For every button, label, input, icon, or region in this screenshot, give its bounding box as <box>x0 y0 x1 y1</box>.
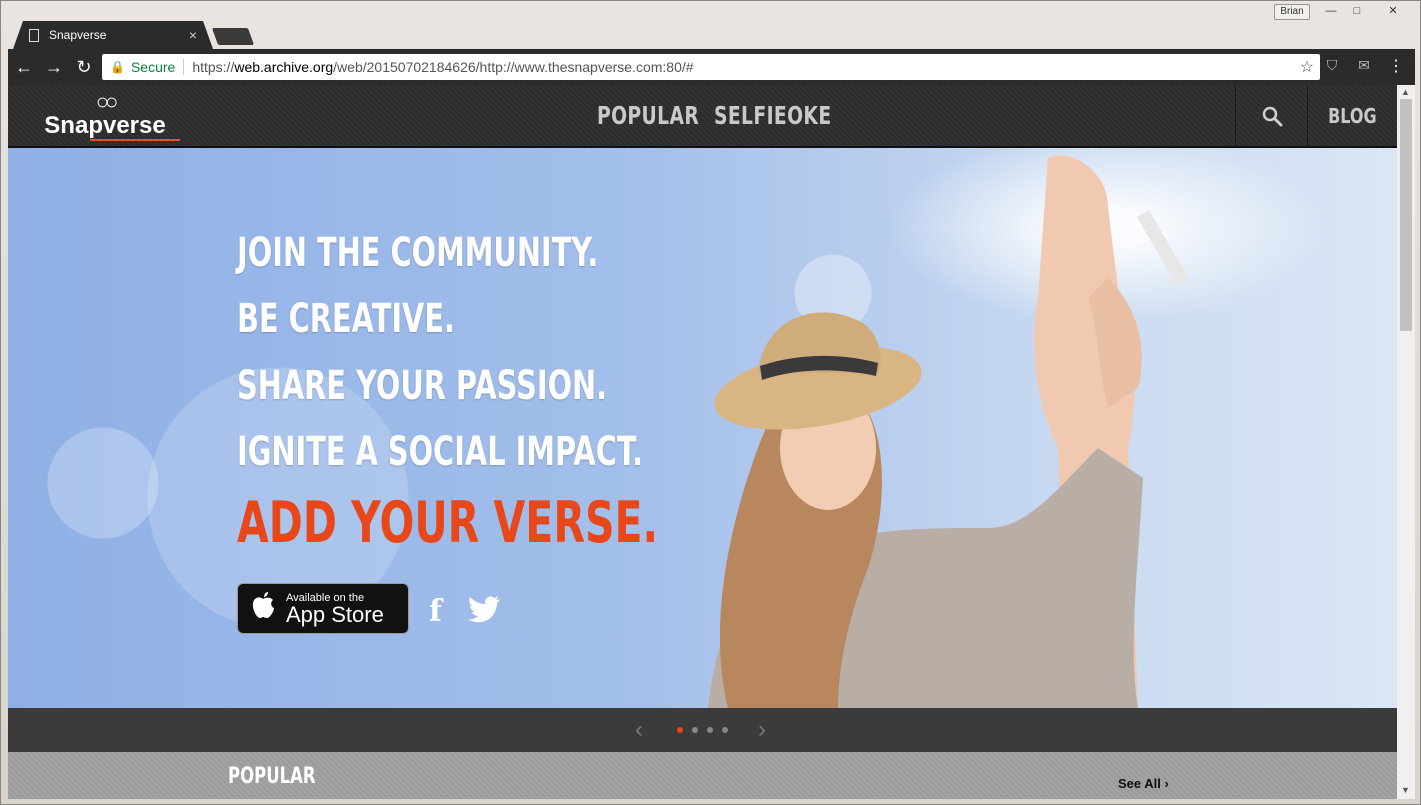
apple-icon <box>250 590 276 628</box>
facebook-icon[interactable]: f <box>429 594 442 629</box>
nav-selfieoke[interactable]: SELFIEOKE <box>714 101 832 130</box>
app-store-big-text: App Store <box>286 601 384 627</box>
forward-button[interactable]: → <box>40 53 68 81</box>
nav-blog[interactable]: BLOG <box>1307 85 1397 146</box>
app-store-button[interactable]: Available on the App Store <box>237 583 409 634</box>
snapverse-logo[interactable]: ○○ Snapverse <box>30 91 180 145</box>
close-window-button[interactable]: ✕ <box>1373 4 1413 20</box>
secure-label: Secure <box>130 59 176 75</box>
tab-snapverse[interactable]: Snapverse × <box>13 21 213 49</box>
carousel-controls: ‹ › <box>8 708 1397 752</box>
back-button[interactable]: ← <box>10 53 38 81</box>
browser-toolbar: ← → ↻ 🔒 Secure https://web.archive.org/w… <box>8 49 1415 85</box>
carousel-prev-icon[interactable]: ‹ <box>635 716 643 744</box>
browser-window: Snapverse × Brian — □ ✕ ← → ↻ 🔒 Secure h… <box>0 0 1421 805</box>
bookmark-star-icon[interactable]: ☆ <box>1300 57 1314 77</box>
hero-cta: ADD YOUR VERSE. <box>237 490 659 556</box>
twitter-icon-graphic <box>468 596 500 623</box>
nav-popular[interactable]: POPULAR <box>597 101 699 130</box>
app-store-text: Available on the App Store <box>286 592 384 626</box>
address-bar[interactable]: 🔒 Secure https://web.archive.org/web/201… <box>102 54 1320 80</box>
new-tab-button[interactable] <box>211 28 255 45</box>
hero-photo <box>708 155 1188 708</box>
minimize-button[interactable]: — <box>1319 4 1343 20</box>
url-prefix: https:// <box>192 59 235 75</box>
carousel-dot-2[interactable] <box>692 727 698 733</box>
tab-title: Snapverse <box>49 28 107 42</box>
popular-section-header: POPULAR See All › <box>8 752 1397 799</box>
carousel-dot-1[interactable] <box>677 727 683 733</box>
scroll-down-icon[interactable]: ▼ <box>1401 785 1410 795</box>
nav-blog-label: BLOG <box>1328 103 1377 128</box>
reload-button[interactable]: ↻ <box>70 53 98 81</box>
see-all-link[interactable]: See All › <box>1118 776 1169 791</box>
carousel-dots <box>677 727 728 733</box>
site-header: ○○ Snapverse POPULAR SELFIEOKE BLOG <box>8 85 1397 148</box>
profile-button[interactable]: Brian <box>1274 4 1310 20</box>
maximize-button[interactable]: □ <box>1345 4 1369 20</box>
omnibox-divider <box>183 59 185 75</box>
browser-menu-icon[interactable]: ⋮ <box>1388 56 1404 76</box>
tab-strip: Snapverse × Brian — □ ✕ <box>1 1 1420 49</box>
carousel-dot-3[interactable] <box>707 727 713 733</box>
scrollbar-thumb[interactable] <box>1400 99 1412 331</box>
close-tab-icon[interactable]: × <box>189 27 197 43</box>
hero-line-4: IGNITE A SOCIAL IMPACT. <box>237 429 644 475</box>
scroll-up-icon[interactable]: ▲ <box>1401 87 1410 97</box>
url-path: /web/20150702184626/http://www.thesnapve… <box>333 59 694 75</box>
popular-title: POPULAR <box>228 764 316 789</box>
apple-icon-graphic <box>252 591 274 618</box>
search-icon-graphic <box>1262 106 1282 126</box>
page-viewport: ○○ Snapverse POPULAR SELFIEOKE BLOG JOIN… <box>8 85 1415 799</box>
hero-line-2: BE CREATIVE. <box>237 296 455 342</box>
page-icon <box>29 28 39 42</box>
carousel-next-icon[interactable]: › <box>758 716 766 744</box>
logo-underline <box>90 139 180 141</box>
mail-extension-icon[interactable]: ✉ <box>1355 57 1373 75</box>
hero-line-3: SHARE YOUR PASSION. <box>237 363 608 409</box>
logo-mark-icon: ○○ <box>95 89 119 114</box>
carousel-dot-4[interactable] <box>722 727 728 733</box>
url-host: web.archive.org <box>234 59 334 75</box>
hero-banner: JOIN THE COMMUNITY. BE CREATIVE. SHARE Y… <box>8 148 1397 708</box>
lock-icon: 🔒 <box>110 60 125 74</box>
hero-line-1: JOIN THE COMMUNITY. <box>237 230 599 276</box>
logo-text: Snapverse <box>44 112 166 139</box>
twitter-icon[interactable] <box>467 596 501 631</box>
search-icon[interactable] <box>1235 85 1307 146</box>
shield-extension-icon[interactable]: ⛉ <box>1323 57 1341 75</box>
page-scrollbar[interactable]: ▲ ▼ <box>1397 85 1415 799</box>
